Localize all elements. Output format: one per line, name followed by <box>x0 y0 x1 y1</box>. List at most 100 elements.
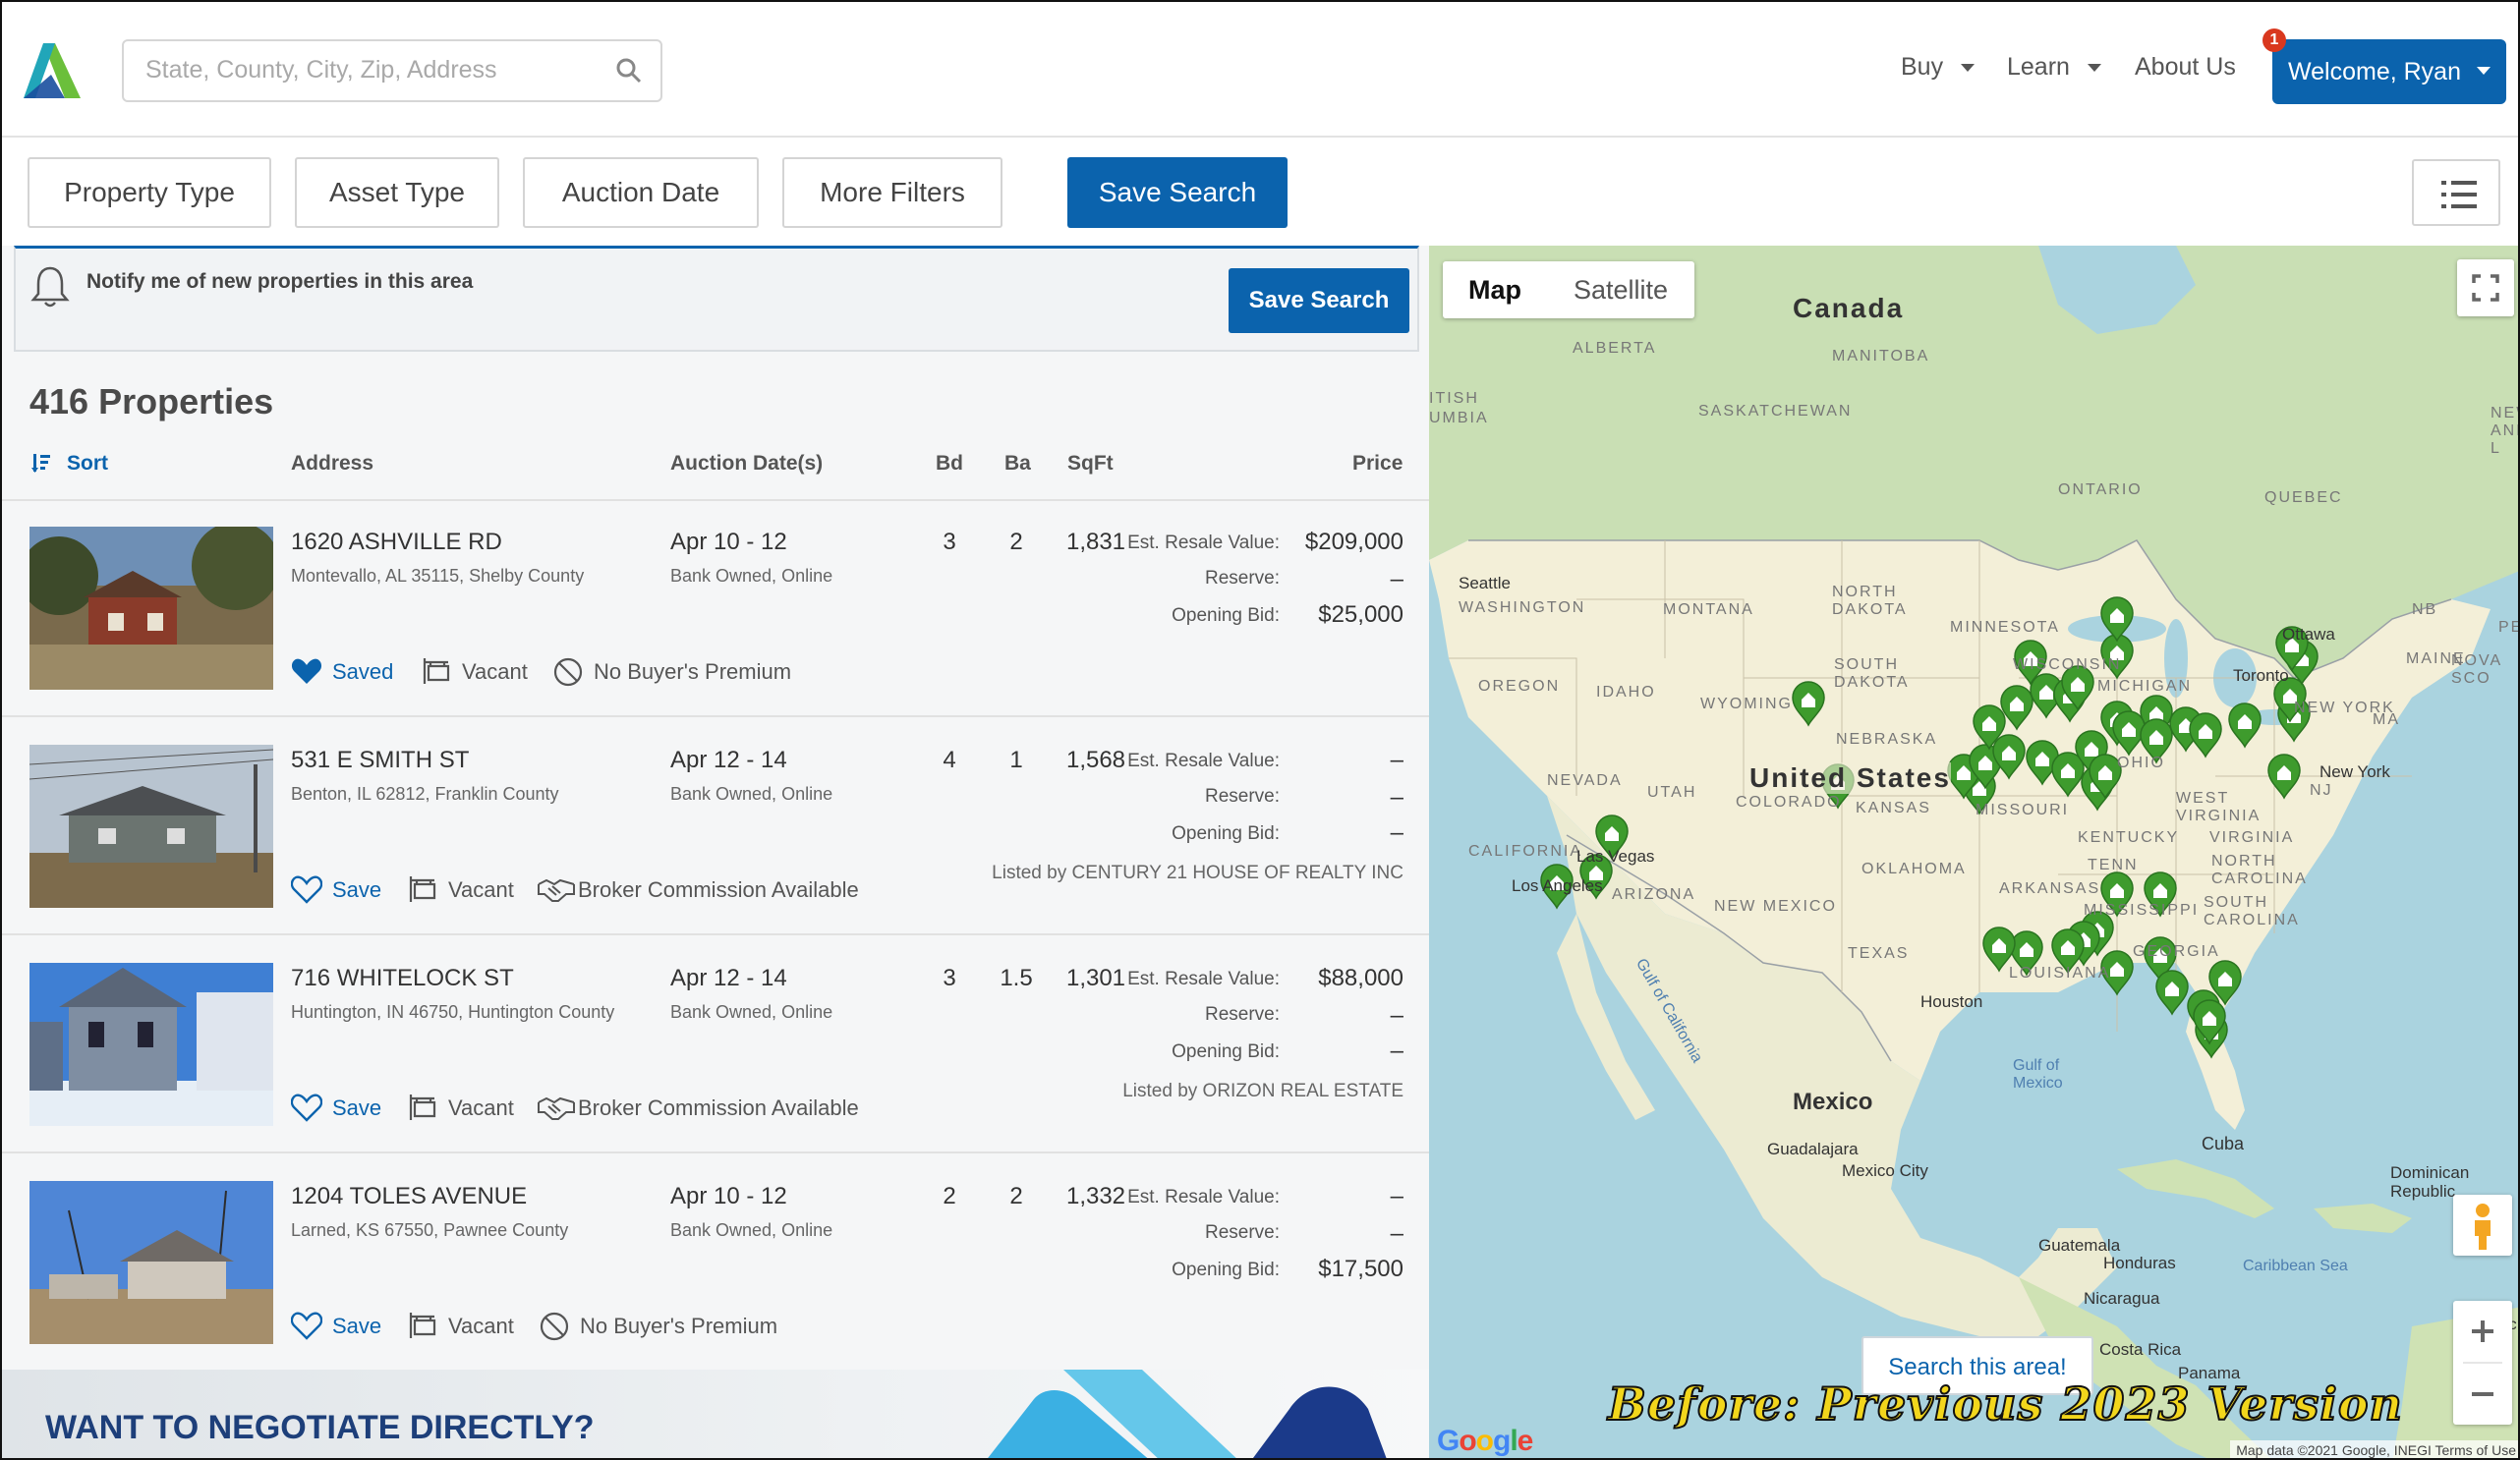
location: Larned, KS 67550, Pawnee County <box>291 1220 569 1240</box>
sort-icon <box>31 454 50 473</box>
property-photo[interactable] <box>29 963 273 1126</box>
listed-by: Listed by CENTURY 21 HOUSE OF REALTY INC <box>992 863 1403 883</box>
col-sqft[interactable]: SqFt <box>1067 452 1114 476</box>
resale-value: $88,000 <box>1318 965 1403 991</box>
nav-about[interactable]: About Us <box>2135 53 2236 82</box>
account-menu-button[interactable]: Welcome, Ryan <box>2272 39 2506 104</box>
location: Huntington, IN 46750, Huntington County <box>291 1002 615 1022</box>
fullscreen-icon <box>2472 274 2499 302</box>
save-search-button[interactable]: Save Search <box>1067 157 1288 228</box>
property-photo[interactable] <box>29 527 273 690</box>
nav-buy-label: Buy <box>1901 53 1944 81</box>
tab-satellite[interactable]: Satellite <box>1547 261 1694 318</box>
chevron-down-icon <box>2087 64 2101 73</box>
sign-icon <box>409 876 436 902</box>
auction-dates: Apr 10 - 12 <box>670 529 787 555</box>
more-filters-button[interactable]: More Filters <box>782 157 1002 228</box>
zoom-control <box>2453 1301 2512 1425</box>
search-box[interactable] <box>122 39 662 102</box>
google-logo: Google <box>1437 1425 1533 1457</box>
logo[interactable] <box>22 39 90 102</box>
chevron-down-icon <box>2477 67 2491 75</box>
promo-banner[interactable]: WANT TO NEGOTIATE DIRECTLY? <box>2 1370 1429 1458</box>
table-row[interactable]: 716 WHITELOCK ST Huntington, IN 46750, H… <box>2 937 1429 1153</box>
opening-bid-label: Opening Bid: <box>1172 1041 1280 1062</box>
vacant-label: Vacant <box>448 877 514 902</box>
zoom-out-button[interactable] <box>2453 1364 2512 1425</box>
search-input[interactable] <box>145 41 598 98</box>
auction-mode: Bank Owned, Online <box>670 1220 833 1240</box>
property-pin[interactable] <box>2100 950 2134 996</box>
property-pin[interactable] <box>1540 864 1574 910</box>
handshake-icon <box>538 1096 575 1120</box>
map-attribution[interactable]: Map data ©2021 Google, INEGI Terms of Us… <box>2230 1440 2518 1458</box>
table-row[interactable]: 1204 TOLES AVENUE Larned, KS 67550, Pawn… <box>2 1155 1429 1372</box>
street-view-button[interactable] <box>2453 1195 2512 1256</box>
bathrooms: 1 <box>1009 747 1023 773</box>
col-auction-dates[interactable]: Auction Date(s) <box>670 452 823 476</box>
banner-text: WANT TO NEGOTIATE DIRECTLY? <box>45 1409 595 1446</box>
list-view-toggle[interactable] <box>2412 159 2500 226</box>
resale-value: $209,000 <box>1304 529 1403 555</box>
screen: Buy Learn About Us Welcome, Ryan 1 Prope… <box>0 0 2520 1460</box>
cuba-landmass <box>2117 1159 2274 1218</box>
results-count: 416 Properties <box>29 381 274 421</box>
reserve-value: – <box>1390 1002 1403 1029</box>
col-price[interactable]: Price <box>1352 452 1403 476</box>
map-canvas[interactable] <box>1429 246 2520 1460</box>
table-row[interactable]: 531 E SMITH ST Benton, IL 62812, Frankli… <box>2 719 1429 935</box>
resale-label: Est. Resale Value: <box>1127 533 1280 553</box>
zoom-in-button[interactable] <box>2453 1301 2512 1362</box>
welcome-label: Welcome, Ryan <box>2288 58 2461 85</box>
bedrooms: 4 <box>943 747 956 773</box>
notify-save-search-button[interactable]: Save Search <box>1229 268 1409 333</box>
auction-mode: Bank Owned, Online <box>670 566 833 586</box>
address[interactable]: 531 E SMITH ST <box>291 747 469 774</box>
opening-bid-value: – <box>1390 819 1403 846</box>
broker-label: Broker Commission Available <box>578 877 859 902</box>
property-type-filter[interactable]: Property Type <box>28 157 271 228</box>
auction-mode: Bank Owned, Online <box>670 1002 833 1022</box>
save-label: Save <box>332 1095 382 1120</box>
bedrooms: 3 <box>943 529 956 555</box>
handshake-icon <box>538 878 575 902</box>
opening-bid-value: $25,000 <box>1318 601 1403 628</box>
asset-type-filter[interactable]: Asset Type <box>295 157 499 228</box>
sign-icon <box>409 1095 436 1120</box>
reserve-label: Reserve: <box>1204 568 1280 589</box>
auction-mode: Bank Owned, Online <box>670 784 833 804</box>
opening-bid-label: Opening Bid: <box>1172 1260 1280 1280</box>
property-photo[interactable] <box>29 745 273 908</box>
col-ba[interactable]: Ba <box>1004 452 1031 476</box>
search-icon[interactable] <box>615 57 643 84</box>
address[interactable]: 1620 ASHVILLE RD <box>291 529 502 556</box>
listed-by: Listed by ORIZON REAL ESTATE <box>1122 1081 1403 1101</box>
top-header: Buy Learn About Us Welcome, Ryan 1 <box>2 2 2518 138</box>
location: Benton, IL 62812, Franklin County <box>291 784 559 804</box>
bedrooms: 2 <box>943 1183 956 1209</box>
opening-bid-label: Opening Bid: <box>1172 605 1280 626</box>
nav-buy[interactable]: Buy <box>1901 53 1976 82</box>
reserve-value: – <box>1390 784 1403 811</box>
reserve-value: – <box>1390 1220 1403 1247</box>
minus-icon <box>2472 1392 2493 1396</box>
property-photo[interactable] <box>29 1181 273 1344</box>
heart-icon <box>291 875 322 904</box>
col-bd[interactable]: Bd <box>936 452 963 476</box>
property-pin[interactable] <box>2155 970 2189 1016</box>
table-row[interactable]: 1620 ASHVILLE RD Montevallo, AL 35115, S… <box>2 501 1429 717</box>
address[interactable]: 716 WHITELOCK ST <box>291 965 514 992</box>
chevron-down-icon <box>1961 64 1976 73</box>
tab-map[interactable]: Map <box>1443 261 1547 318</box>
col-address[interactable]: Address <box>291 452 373 476</box>
notification-badge[interactable]: 1 <box>2262 28 2286 52</box>
fullscreen-button[interactable] <box>2457 259 2514 316</box>
resale-label: Est. Resale Value: <box>1127 751 1280 771</box>
bedrooms: 3 <box>943 965 956 991</box>
address[interactable]: 1204 TOLES AVENUE <box>291 1183 527 1210</box>
auction-date-filter[interactable]: Auction Date <box>523 157 759 228</box>
resale-label: Est. Resale Value: <box>1127 969 1280 989</box>
vacant-label: Vacant <box>448 1095 514 1120</box>
nav-learn[interactable]: Learn <box>2007 53 2101 82</box>
map-view[interactable]: Canada United States Mexico ALBERTA MANI… <box>1429 246 2520 1460</box>
